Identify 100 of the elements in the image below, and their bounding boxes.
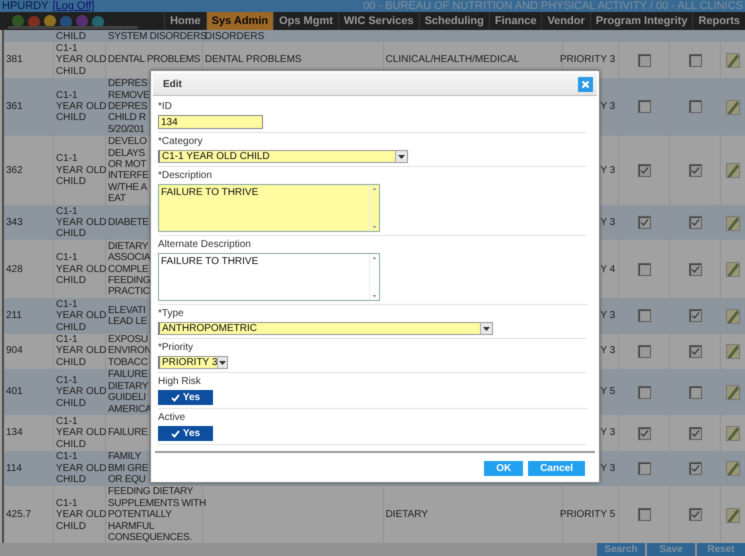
- checkbox[interactable]: [688, 426, 702, 440]
- table-cell: C1-1 YEAR OLD CHILD: [56, 153, 107, 188]
- text-area[interactable]: FAILURE TO THRIVE: [158, 184, 380, 232]
- caret-icon: [219, 360, 226, 364]
- check-icon: [690, 464, 700, 473]
- table-cell: DIABETE: [108, 217, 149, 228]
- edit-icon[interactable]: [726, 506, 740, 523]
- table-cell: Y 3: [600, 427, 616, 439]
- checkbox[interactable]: [688, 216, 702, 230]
- table-cell: 362: [6, 164, 23, 176]
- close-button[interactable]: [578, 76, 593, 92]
- check-icon: [640, 218, 649, 228]
- checkbox[interactable]: [638, 309, 651, 322]
- edit-icon[interactable]: [726, 162, 740, 178]
- edit-icon[interactable]: [726, 261, 740, 278]
- table-cell: DIETARY ASSOCIA COMPLE FEEDING PRACTIC: [108, 240, 150, 298]
- table-cell: 381: [6, 54, 23, 66]
- checkbox[interactable]: [688, 54, 702, 67]
- edit-icon[interactable]: [726, 98, 740, 115]
- checkbox[interactable]: [688, 344, 702, 358]
- checkbox[interactable]: [688, 100, 702, 114]
- table-cell: C1-1 YEAR OLD CHILD: [56, 334, 107, 368]
- dropdown[interactable]: PRIORITY 3: [158, 356, 228, 369]
- field-label: High Risk: [158, 376, 201, 388]
- check-icon: [690, 218, 700, 228]
- check-icon: [690, 311, 700, 320]
- checkbox[interactable]: [688, 386, 702, 399]
- checkbox[interactable]: [638, 426, 651, 440]
- checkbox[interactable]: [688, 309, 702, 322]
- input-field[interactable]: 134: [158, 115, 263, 129]
- checkbox[interactable]: [638, 262, 651, 276]
- table-cell: PRIORITY 5: [560, 509, 616, 521]
- dropdown[interactable]: C1-1 YEAR OLD CHILD: [158, 150, 408, 163]
- check-icon: [690, 510, 700, 520]
- edit-icon[interactable]: [726, 384, 740, 400]
- checkbox[interactable]: [688, 164, 702, 177]
- table-cell: Y 3: [600, 217, 616, 228]
- checkbox[interactable]: [638, 344, 651, 358]
- table-cell: C1-1 YEAR OLD CHILD: [56, 206, 107, 240]
- caret-icon: [483, 326, 490, 330]
- dropdown[interactable]: ANTHROPOMETRIC: [158, 322, 493, 335]
- field-label: *ID: [158, 101, 172, 113]
- checkbox[interactable]: [688, 462, 702, 475]
- edit-icon[interactable]: [726, 214, 740, 231]
- check-icon: [690, 428, 700, 438]
- edit-icon[interactable]: [726, 460, 740, 476]
- table-cell: DENTAL PROBLEMS: [204, 54, 302, 66]
- edit-icon[interactable]: [726, 425, 740, 442]
- checkbox[interactable]: [638, 100, 651, 114]
- table-cell: C1-1 YEAR OLD CHILD: [56, 374, 107, 410]
- table-cell: 904: [6, 345, 23, 357]
- edit-icon[interactable]: [726, 343, 740, 360]
- table-cell: DENTAL PROBLEMS: [108, 54, 200, 66]
- log-off-link[interactable]: [Log Off]: [52, 0, 94, 12]
- field-label: *Category: [158, 136, 202, 148]
- table-cell: FAILURE: [108, 427, 148, 439]
- table-cell: 401: [6, 386, 23, 398]
- table-cell: Y 3: [600, 462, 616, 474]
- checkbox[interactable]: [688, 262, 702, 276]
- table-cell: Y 5: [600, 386, 616, 398]
- edit-icon[interactable]: [726, 52, 740, 68]
- check-icon: [690, 264, 700, 274]
- dialog-title: Edit: [163, 78, 182, 90]
- field-label: *Description: [158, 170, 212, 182]
- toggle-button[interactable]: Yes: [158, 426, 213, 441]
- table-cell: C1-1 YEAR OLD CHILD: [56, 252, 107, 286]
- checkbox[interactable]: [688, 508, 702, 522]
- table-cell: Y 3: [600, 345, 616, 357]
- field-label: *Type: [158, 308, 184, 320]
- scroll-arrows-icon: [372, 186, 377, 230]
- edit-icon[interactable]: [726, 308, 740, 324]
- checkbox[interactable]: [638, 216, 651, 230]
- table-cell: FAMILY BMI GRE OR EQU: [108, 451, 148, 486]
- table-cell: 343: [6, 217, 23, 228]
- user-name: HPURDY: [2, 0, 48, 12]
- table-cell: Y 3: [600, 100, 616, 112]
- check-icon: [170, 394, 180, 402]
- table-cell: CLINICAL/HEALTH/MEDICAL: [386, 54, 520, 66]
- checkbox[interactable]: [638, 462, 651, 475]
- checkbox[interactable]: [638, 386, 651, 399]
- field-label: Active: [158, 412, 186, 424]
- table-cell: DEPRES REMOVE DEPRES CHILD R 5/20/201: [108, 78, 150, 136]
- agency-title: 00 - BUREAU OF NUTRITION AND PHYSICAL ACTIVITY / 00 - ALL CLINICS: [363, 0, 744, 12]
- table-cell: DIETARY: [386, 509, 428, 521]
- checkbox[interactable]: [638, 164, 651, 177]
- dialog-button[interactable]: OK: [484, 461, 524, 476]
- field-label: *Priority: [158, 342, 194, 354]
- table-cell: 114: [6, 462, 22, 474]
- table-cell: CHILD: [56, 30, 86, 42]
- toggle-button[interactable]: Yes: [158, 390, 213, 405]
- nav-tab[interactable]: Sys Admin: [206, 12, 274, 30]
- table-cell: 361: [6, 100, 23, 112]
- text-area[interactable]: FAILURE TO THRIVE: [158, 253, 380, 301]
- table-cell: C1-1 YEAR OLD CHILD: [56, 298, 107, 334]
- checkbox[interactable]: [638, 508, 651, 522]
- table-cell: C1-1 YEAR OLD CHILD: [56, 90, 107, 124]
- table-cell: 425.7: [6, 509, 32, 521]
- table-cell: Y 3: [600, 164, 616, 176]
- dialog-button[interactable]: Cancel: [528, 461, 585, 476]
- checkbox[interactable]: [638, 54, 651, 67]
